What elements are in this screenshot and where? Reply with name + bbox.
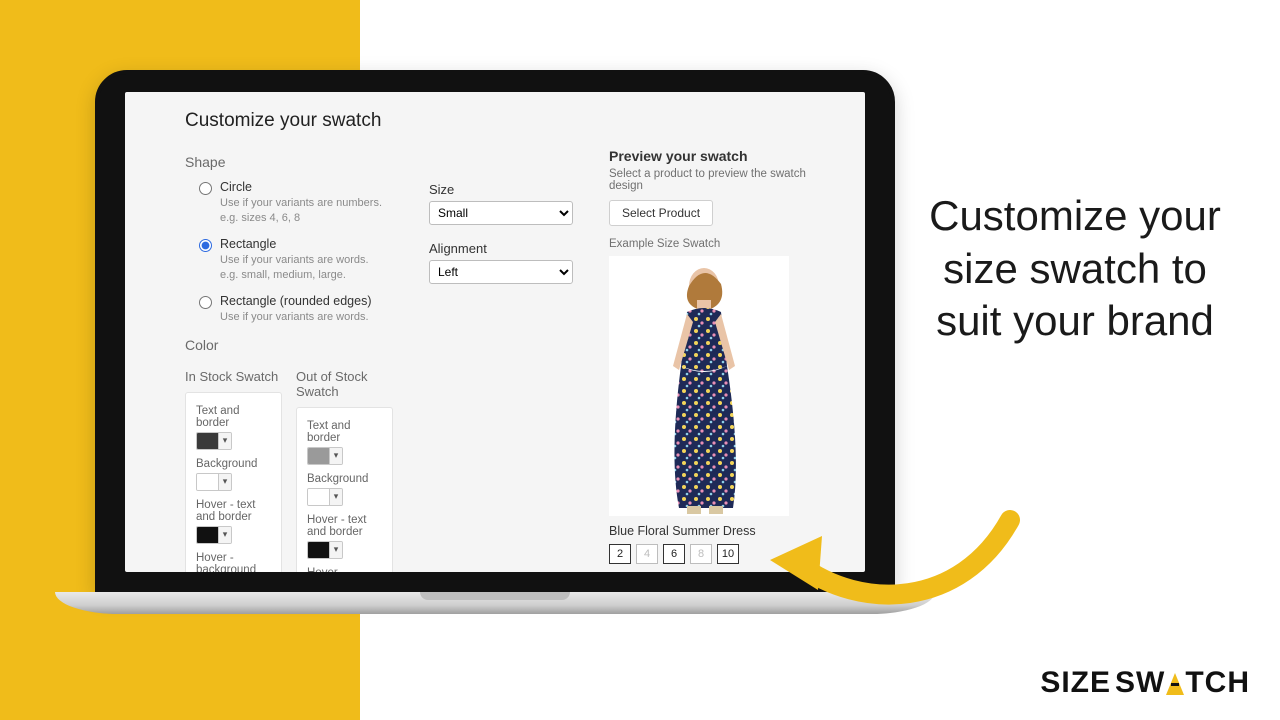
shape-option-rounded[interactable]: Rectangle (rounded edges) Use if your va… (199, 294, 393, 325)
size-6[interactable]: 6 (663, 544, 685, 564)
shape-hint: Use if your variants are words. (220, 310, 372, 325)
app-screen: Customize your swatch Shape Circle Use i… (125, 92, 865, 572)
shape-hint: Use if your variants are words. e.g. sma… (220, 253, 369, 284)
shape-heading: Shape (185, 154, 393, 170)
arrow-icon (760, 510, 1020, 620)
lbl: Hover - background (196, 552, 271, 572)
size-8[interactable]: 8 (690, 544, 712, 564)
lbl: Hover - text and border (307, 514, 382, 538)
instock-heading: In Stock Swatch (185, 369, 282, 384)
lbl: Background (307, 473, 382, 485)
lbl: Hover - text and border (196, 499, 271, 523)
lbl: Text and border (307, 420, 382, 444)
lbl: Background (196, 458, 271, 470)
color-picker-bg[interactable]: ▾ (196, 473, 232, 491)
size-2[interactable]: 2 (609, 544, 631, 564)
size-label: Size (429, 182, 573, 197)
product-image (609, 256, 789, 516)
color-picker-hover-text[interactable]: ▾ (196, 526, 232, 544)
preview-heading: Preview your swatch (609, 148, 825, 164)
color-picker-hover-text[interactable]: ▾ (307, 541, 343, 559)
shape-hint: Use if your variants are numbers. e.g. s… (220, 196, 382, 227)
brand-logo: SIZE SW TCH (1040, 666, 1250, 700)
page-title: Customize your swatch (185, 110, 825, 132)
instock-box: Text and border ▾ Background ▾ Hover - t… (185, 392, 282, 572)
size-10[interactable]: 10 (717, 544, 739, 564)
logo-tch: TCH (1185, 666, 1250, 700)
lbl: Hover - background (307, 567, 382, 572)
logo-sw: SW (1115, 666, 1165, 700)
shape-label: Rectangle (rounded edges) (220, 294, 372, 308)
radio-rounded[interactable] (199, 296, 212, 309)
lbl: Text and border (196, 405, 271, 429)
alignment-select[interactable]: Left (429, 260, 573, 284)
marketing-headline: Customize your size swatch to suit your … (920, 190, 1230, 348)
outstock-heading: Out of Stock Swatch (296, 369, 393, 399)
shape-label: Rectangle (220, 237, 369, 251)
color-picker-bg[interactable]: ▾ (307, 488, 343, 506)
logo-a-icon (1166, 673, 1184, 695)
shape-option-circle[interactable]: Circle Use if your variants are numbers.… (199, 180, 393, 227)
shape-label: Circle (220, 180, 382, 194)
color-picker-text[interactable]: ▾ (196, 432, 232, 450)
outstock-box: Text and border ▾ Background ▾ Hover - t… (296, 407, 393, 572)
size-4[interactable]: 4 (636, 544, 658, 564)
color-heading: Color (185, 337, 393, 353)
color-picker-text[interactable]: ▾ (307, 447, 343, 465)
alignment-label: Alignment (429, 241, 573, 256)
logo-size: SIZE (1040, 666, 1111, 700)
radio-circle[interactable] (199, 182, 212, 195)
shape-option-rectangle[interactable]: Rectangle Use if your variants are words… (199, 237, 393, 284)
preview-sub: Select a product to preview the swatch d… (609, 168, 825, 192)
example-label: Example Size Swatch (609, 238, 825, 250)
radio-rectangle[interactable] (199, 239, 212, 252)
size-select[interactable]: Small (429, 201, 573, 225)
select-product-button[interactable]: Select Product (609, 200, 713, 226)
